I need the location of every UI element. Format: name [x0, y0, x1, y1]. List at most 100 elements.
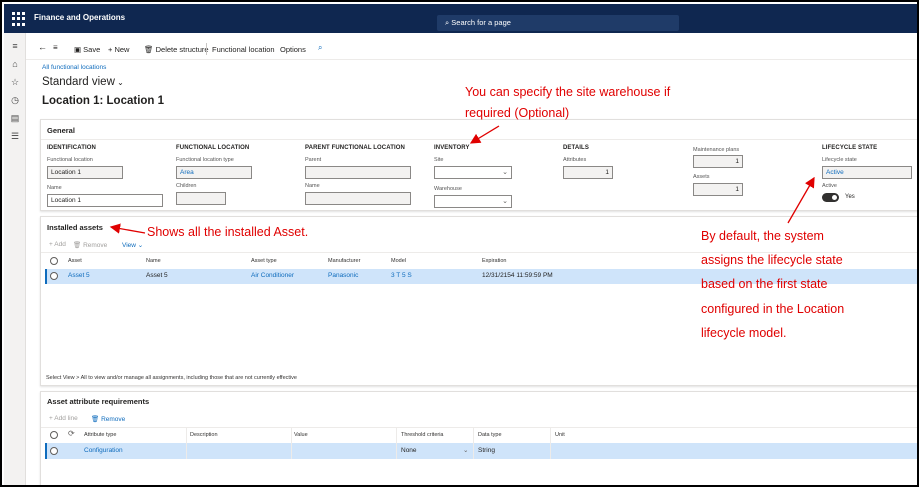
- home-icon[interactable]: ⌂: [10, 59, 20, 69]
- general-header[interactable]: General: [47, 126, 75, 135]
- annotation-line: You can specify the site warehouse if: [465, 85, 671, 99]
- asset-type-cell[interactable]: Air Conditioner: [251, 272, 294, 279]
- select-all-radio[interactable]: [50, 431, 58, 439]
- inventory-header: INVENTORY: [434, 145, 470, 151]
- lifecycle-state-field[interactable]: Active: [822, 166, 912, 179]
- col-unit[interactable]: Unit: [555, 432, 565, 438]
- view-menu-button[interactable]: View ⌄: [122, 241, 143, 249]
- parent-name-label: Name: [305, 183, 320, 189]
- annotation-line: based on the first state: [701, 277, 828, 292]
- type-field[interactable]: Area: [176, 166, 252, 179]
- identification-header: IDENTIFICATION: [47, 145, 96, 151]
- name-cell: Asset 5: [146, 272, 168, 279]
- search-icon: ⌕: [445, 18, 450, 27]
- table-row[interactable]: Configuration None ⌄ String: [45, 443, 917, 459]
- screenshot-frame: Finance and Operations ⌕ Search for a pa…: [0, 0, 919, 487]
- active-toggle[interactable]: [822, 193, 839, 202]
- refresh-icon[interactable]: ⟳: [68, 429, 75, 438]
- add-asset-button[interactable]: + Add: [49, 241, 66, 248]
- col-name[interactable]: Name: [146, 258, 161, 264]
- col-attribute-type[interactable]: Attribute type: [84, 432, 116, 438]
- new-button[interactable]: + New: [108, 45, 129, 54]
- attributes-label: Attributes: [563, 157, 587, 163]
- asset-cell[interactable]: Asset 5: [68, 272, 90, 279]
- options-tab[interactable]: Options: [280, 45, 306, 54]
- remove-asset-button[interactable]: 🗑 Remove: [73, 241, 107, 249]
- attribute-type-cell[interactable]: Configuration: [84, 447, 123, 454]
- star-icon[interactable]: ☆: [10, 77, 20, 87]
- functional-location-field[interactable]: Location 1: [47, 166, 123, 179]
- trash-icon: 🗑: [144, 45, 156, 54]
- col-value[interactable]: Value: [294, 432, 308, 438]
- breadcrumb[interactable]: All functional locations: [42, 64, 106, 71]
- assets-field[interactable]: 1: [693, 183, 743, 196]
- divider: [41, 427, 917, 428]
- search-box[interactable]: ⌕ Search for a page: [437, 15, 679, 31]
- active-value: Yes: [845, 194, 855, 200]
- left-navigation: ≡ ⌂ ☆ ◷ ▤ ☰: [4, 33, 26, 485]
- column-divider: [396, 428, 397, 459]
- threshold-cell[interactable]: None: [401, 447, 417, 454]
- installed-assets-footer: Select View > All to view and/or manage …: [46, 375, 297, 381]
- remove-line-button[interactable]: 🗑 Remove: [91, 415, 125, 423]
- list-icon[interactable]: ☰: [10, 131, 20, 141]
- parent-name-field[interactable]: [305, 192, 411, 205]
- row-select-radio[interactable]: [50, 272, 58, 280]
- view-name: Standard view: [42, 76, 115, 88]
- lifecycle-state-label: Lifecycle state: [822, 157, 857, 163]
- row-select-radio[interactable]: [50, 447, 58, 455]
- annotation-warehouse: You can specify the site warehouse if re…: [465, 82, 670, 123]
- model-cell[interactable]: 3 T 5 S: [391, 272, 412, 279]
- chevron-down-icon[interactable]: ⌄: [463, 446, 468, 454]
- trash-icon: 🗑: [91, 416, 102, 423]
- annotation-lifecycle: By default, the system assigns the lifec…: [701, 224, 844, 345]
- children-label: Children: [176, 183, 197, 189]
- select-all-radio[interactable]: [50, 257, 58, 265]
- functional-location-tab[interactable]: Functional location: [212, 45, 275, 54]
- parent-field[interactable]: [305, 166, 411, 179]
- workspace-icon[interactable]: ▤: [10, 113, 20, 123]
- col-threshold[interactable]: Threshold criteria: [401, 432, 444, 438]
- add-line-button[interactable]: + Add line: [49, 415, 78, 422]
- col-model[interactable]: Model: [391, 258, 406, 264]
- children-field[interactable]: [176, 192, 226, 205]
- site-dropdown[interactable]: ⌄: [434, 166, 512, 179]
- manufacturer-cell[interactable]: Panasonic: [328, 272, 358, 279]
- column-divider: [473, 428, 474, 459]
- action-pane: ← ≡ ▣ Save + New 🗑 Delete structure Func…: [26, 38, 917, 60]
- col-asset-type[interactable]: Asset type: [251, 258, 277, 264]
- name-label: Name: [47, 185, 62, 191]
- recent-icon[interactable]: ◷: [10, 95, 20, 105]
- warehouse-dropdown[interactable]: ⌄: [434, 195, 512, 208]
- col-expiration[interactable]: Expiration: [482, 258, 506, 264]
- view-selector[interactable]: Standard view ⌄: [42, 76, 124, 88]
- data-type-cell: String: [478, 447, 495, 454]
- delete-structure-button[interactable]: 🗑 Delete structure: [144, 45, 209, 54]
- back-icon[interactable]: ←: [38, 42, 47, 52]
- maintenance-plans-field[interactable]: 1: [693, 155, 743, 168]
- menu-icon[interactable]: ≡: [10, 41, 20, 51]
- search-actions-icon[interactable]: ⌕: [318, 43, 322, 53]
- warehouse-label: Warehouse: [434, 186, 462, 192]
- lifecycle-header: LIFECYCLE STATE: [822, 145, 878, 151]
- attributes-field[interactable]: 1: [563, 166, 613, 179]
- app-title: Finance and Operations: [34, 13, 126, 22]
- col-description[interactable]: Description: [190, 432, 218, 438]
- col-data-type[interactable]: Data type: [478, 432, 502, 438]
- active-label: Active: [822, 183, 837, 189]
- top-bar: Finance and Operations ⌕ Search for a pa…: [4, 4, 917, 33]
- divider: [41, 139, 917, 140]
- column-divider: [186, 428, 187, 459]
- save-icon: ▣: [74, 45, 84, 54]
- col-manufacturer[interactable]: Manufacturer: [328, 258, 360, 264]
- installed-assets-header[interactable]: Installed assets: [47, 223, 103, 232]
- functional-location-label: Functional location: [47, 157, 93, 163]
- annotation-installed: Shows all the installed Asset.: [147, 225, 309, 239]
- save-button[interactable]: ▣ Save: [74, 45, 100, 54]
- app-launcher-icon[interactable]: [12, 12, 26, 26]
- filter-icon[interactable]: ≡: [53, 43, 58, 52]
- attribute-requirements-header[interactable]: Asset attribute requirements: [47, 397, 149, 406]
- chevron-down-icon: ⌄: [135, 242, 144, 249]
- name-field[interactable]: Location 1: [47, 194, 163, 207]
- col-asset[interactable]: Asset: [68, 258, 82, 264]
